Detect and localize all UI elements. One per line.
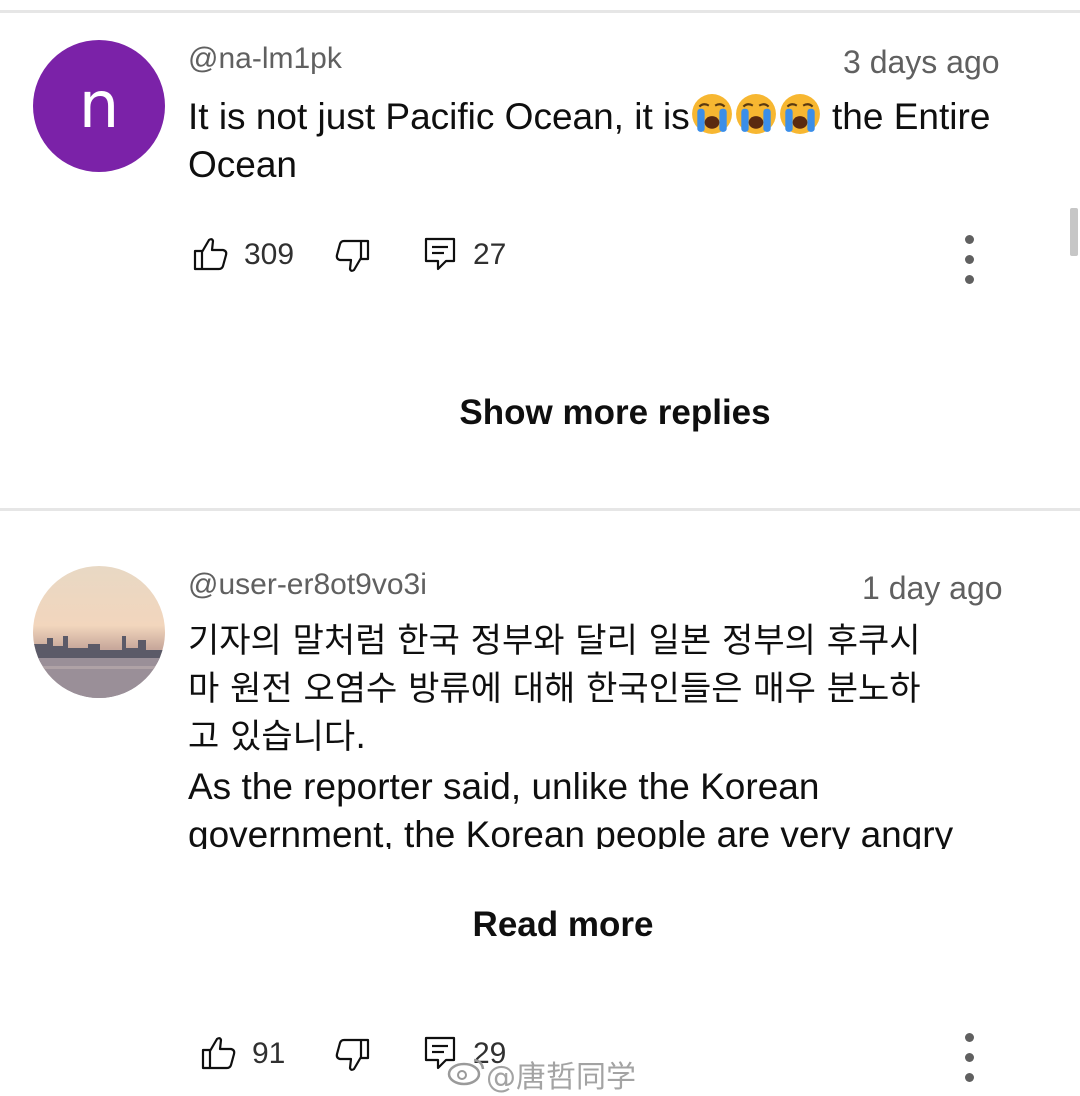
comment-text: It is not just Pacific Ocean, it is the …	[188, 93, 1048, 189]
comment-text-line: 고 있습니다.	[188, 717, 367, 757]
like-count: 91	[252, 1037, 286, 1070]
comment-text: 기자의 말처럼 한국 정부와 달리 일본 정부의 후쿠시 마 원전 오염수 방류…	[188, 617, 1058, 761]
more-options-icon[interactable]	[965, 235, 975, 295]
reply-count: 27	[473, 238, 507, 271]
comment-text-line: government, the Korean people are very a…	[188, 814, 954, 849]
comment-text-part2: the Entire	[821, 96, 991, 137]
like-icon[interactable]	[192, 236, 230, 272]
avatar[interactable]	[33, 566, 165, 698]
weibo-logo-icon	[447, 1058, 485, 1086]
like-count: 309	[244, 238, 295, 271]
comment-time: 3 days ago	[843, 44, 1000, 80]
comment-text-part1: It is not just Pacific Ocean, it is	[188, 96, 690, 137]
avatar-image	[33, 566, 165, 698]
loudly-crying-face-icon	[735, 94, 776, 134]
comment-text-line: As the reporter said, unlike the Korean	[188, 766, 820, 807]
comment-text-line: 기자의 말처럼 한국 정부와 달리 일본 정부의 후쿠시	[188, 621, 921, 661]
comment-text-line2: Ocean	[188, 144, 298, 185]
read-more-button[interactable]: Read more	[383, 905, 743, 945]
reply-icon[interactable]	[423, 236, 457, 272]
like-icon[interactable]	[200, 1035, 238, 1071]
avatar-letter: n	[78, 69, 120, 143]
comment-text-line: 마 원전 오염수 방류에 대해 한국인들은 매우 분노하	[188, 669, 921, 709]
watermark-text: @唐哲同学	[486, 1060, 636, 1095]
more-options-icon[interactable]	[965, 1033, 975, 1093]
comment-time: 1 day ago	[862, 570, 1003, 606]
avatar[interactable]: n	[33, 40, 165, 172]
comment-text-english: As the reporter said, unlike the Korean …	[188, 763, 1058, 849]
show-more-replies-button[interactable]: Show more replies	[380, 393, 850, 433]
comment-author[interactable]: @na-lm1pk	[188, 42, 342, 76]
dislike-icon[interactable]	[333, 1037, 371, 1073]
dislike-icon[interactable]	[333, 238, 371, 274]
loudly-crying-face-icon	[779, 94, 820, 134]
scrollbar[interactable]	[1070, 208, 1078, 256]
loudly-crying-face-icon	[691, 94, 732, 134]
comment-author[interactable]: @user-er8ot9vo3i	[188, 568, 427, 602]
divider-top	[0, 10, 1080, 13]
divider	[0, 508, 1080, 511]
